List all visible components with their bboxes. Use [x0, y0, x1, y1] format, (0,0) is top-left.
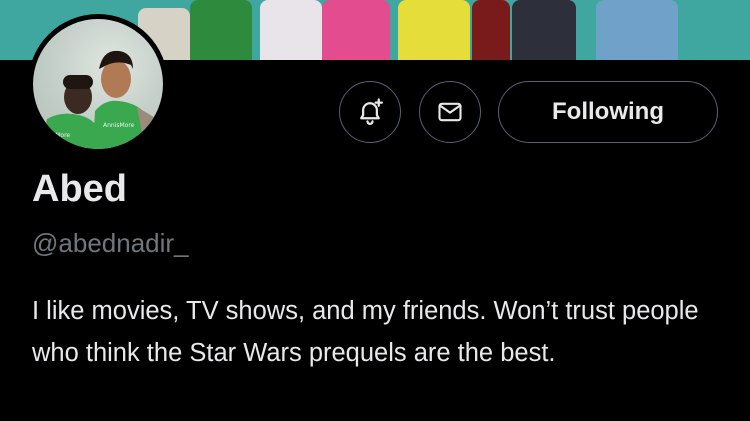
avatar[interactable]: ssMore AnnisMore	[28, 14, 168, 154]
envelope-icon	[438, 102, 462, 122]
shirt-text-right: AnnisMore	[103, 122, 135, 129]
profile-bio: I like movies, TV shows, and my friends.…	[32, 297, 699, 367]
banner-figure	[472, 0, 510, 60]
shirt-text-left: ssMore	[49, 132, 70, 139]
banner-figure	[322, 0, 390, 60]
avatar-image: ssMore AnnisMore	[33, 19, 163, 149]
banner-figure	[512, 0, 576, 60]
banner-figure	[190, 0, 252, 60]
banner-figure	[596, 0, 678, 60]
message-button[interactable]	[419, 81, 481, 143]
banner-figure	[260, 0, 322, 60]
bell-plus-icon	[360, 98, 383, 125]
avatar-illustration: ssMore AnnisMore	[41, 50, 159, 149]
profile-name: Abed	[32, 168, 127, 210]
following-button[interactable]: Following	[498, 81, 718, 143]
banner-figure	[398, 0, 470, 60]
notify-button[interactable]	[339, 81, 401, 143]
profile-handle: @abednadir_	[32, 228, 189, 258]
